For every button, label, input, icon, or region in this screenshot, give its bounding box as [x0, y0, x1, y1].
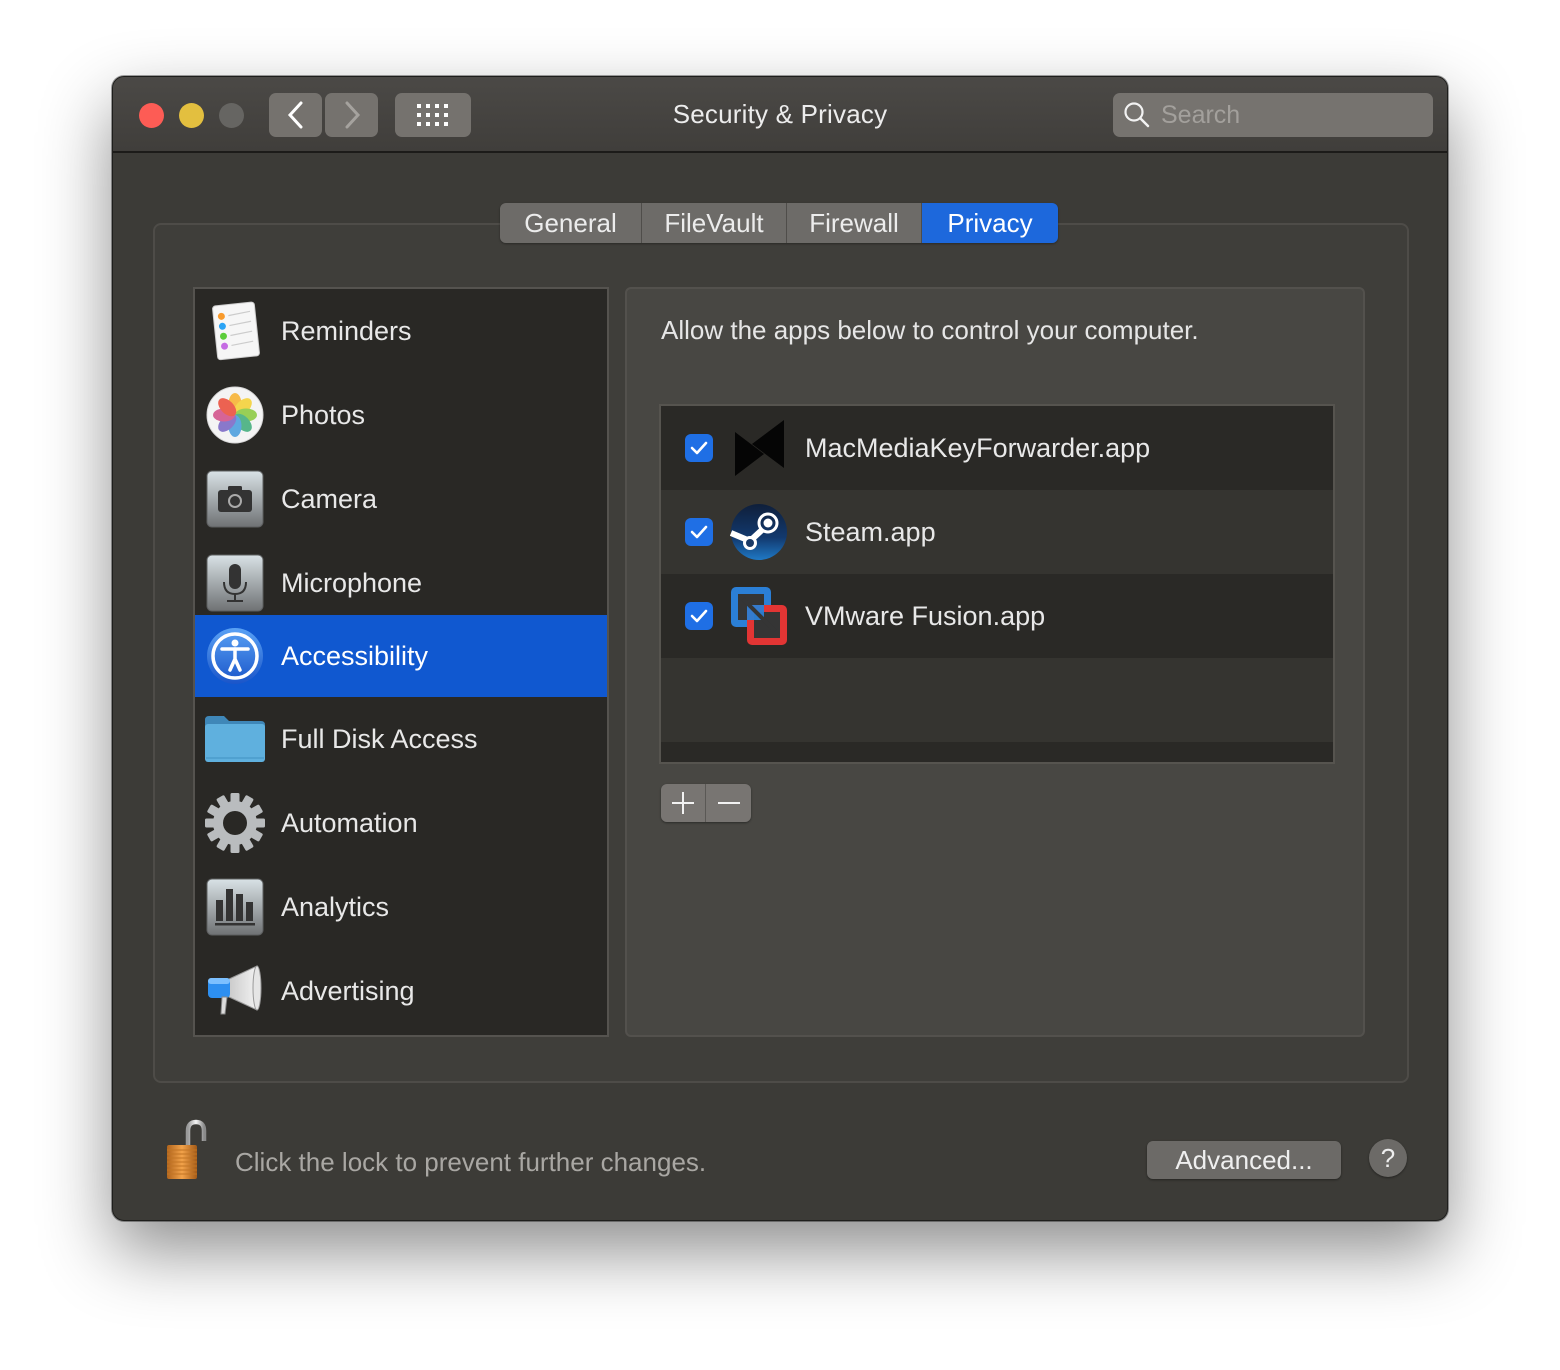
app-checkbox[interactable] [685, 434, 713, 462]
app-checkbox[interactable] [685, 602, 713, 630]
app-row-vmware-fusion[interactable]: VMware Fusion.app [661, 574, 1333, 658]
app-list: MacMediaKeyForwarder.app Steam.app VMwar… [659, 404, 1335, 764]
app-row-steam[interactable]: Steam.app [661, 490, 1333, 574]
unlocked-padlock-icon [167, 1119, 207, 1179]
tab-filevault[interactable]: FileVault [642, 203, 787, 243]
advanced-button[interactable]: Advanced... [1147, 1141, 1341, 1179]
bar-chart-icon [203, 875, 267, 939]
search-icon [1124, 102, 1150, 128]
sidebar-item-label: Analytics [281, 891, 390, 922]
lock-button[interactable] [153, 1117, 217, 1183]
sidebar-item-camera[interactable]: Camera [195, 457, 607, 541]
microphone-icon [203, 551, 267, 615]
sidebar-item-label: Full Disk Access [281, 723, 478, 754]
vmware-fusion-icon [729, 586, 789, 646]
sidebar-item-label: Automation [281, 807, 418, 838]
app-checkbox[interactable] [685, 518, 713, 546]
checkmark-icon [690, 525, 708, 539]
checkmark-icon [690, 441, 708, 455]
reminders-icon [203, 299, 267, 363]
tab-bar: General FileVault Firewall Privacy [500, 203, 1058, 243]
minus-icon [717, 802, 740, 804]
sidebar-item-label: Reminders [281, 315, 412, 346]
sidebar-item-analytics[interactable]: Analytics [195, 865, 607, 949]
sidebar-item-microphone[interactable]: Microphone [195, 541, 607, 625]
media-key-forwarder-icon [729, 418, 789, 478]
checkmark-icon [690, 609, 708, 623]
sidebar-item-full-disk-access[interactable]: Full Disk Access [195, 697, 607, 781]
sidebar-item-advertising[interactable]: Advertising [195, 949, 607, 1033]
sidebar-item-label: Accessibility [281, 640, 429, 671]
tab-general[interactable]: General [500, 203, 642, 243]
security-privacy-window: Security & Privacy General FileVault Fir… [112, 76, 1448, 1221]
privacy-category-list: Reminders Photos Camera Microphone Acces… [193, 287, 609, 1037]
tab-privacy[interactable]: Privacy [922, 203, 1058, 243]
empty-row [661, 658, 1333, 742]
help-button[interactable]: ? [1369, 1139, 1407, 1177]
camera-icon [203, 467, 267, 531]
sidebar-item-automation[interactable]: Automation [195, 781, 607, 865]
accessibility-icon [203, 624, 267, 688]
megaphone-icon [203, 959, 267, 1023]
add-app-button[interactable] [661, 784, 706, 822]
app-name: Steam.app [805, 516, 936, 547]
title-bar: Security & Privacy [113, 77, 1447, 153]
gear-icon [203, 791, 267, 855]
plus-icon [672, 792, 694, 814]
app-row-macmediakeyforwarder[interactable]: MacMediaKeyForwarder.app [661, 406, 1333, 490]
lock-status-text: Click the lock to prevent further change… [235, 1147, 707, 1177]
photos-icon [203, 383, 267, 447]
app-name: MacMediaKeyForwarder.app [805, 432, 1151, 463]
sidebar-item-label: Camera [281, 483, 378, 514]
steam-icon [729, 502, 789, 562]
sidebar-item-label: Advertising [281, 975, 415, 1006]
sidebar-item-label: Microphone [281, 567, 423, 598]
sidebar-item-accessibility[interactable]: Accessibility [195, 615, 607, 697]
sidebar-item-photos[interactable]: Photos [195, 373, 607, 457]
panel-heading: Allow the apps below to control your com… [661, 315, 1199, 345]
sidebar-item-label: Photos [281, 399, 366, 430]
folder-icon [203, 707, 267, 771]
remove-app-button[interactable] [706, 784, 751, 822]
search-field[interactable] [1113, 93, 1433, 137]
tab-firewall[interactable]: Firewall [787, 203, 922, 243]
search-input[interactable] [1161, 100, 1421, 130]
accessibility-panel: Allow the apps below to control your com… [625, 287, 1365, 1037]
app-name: VMware Fusion.app [805, 600, 1046, 631]
add-remove-control [661, 784, 751, 822]
sidebar-item-reminders[interactable]: Reminders [195, 289, 607, 373]
